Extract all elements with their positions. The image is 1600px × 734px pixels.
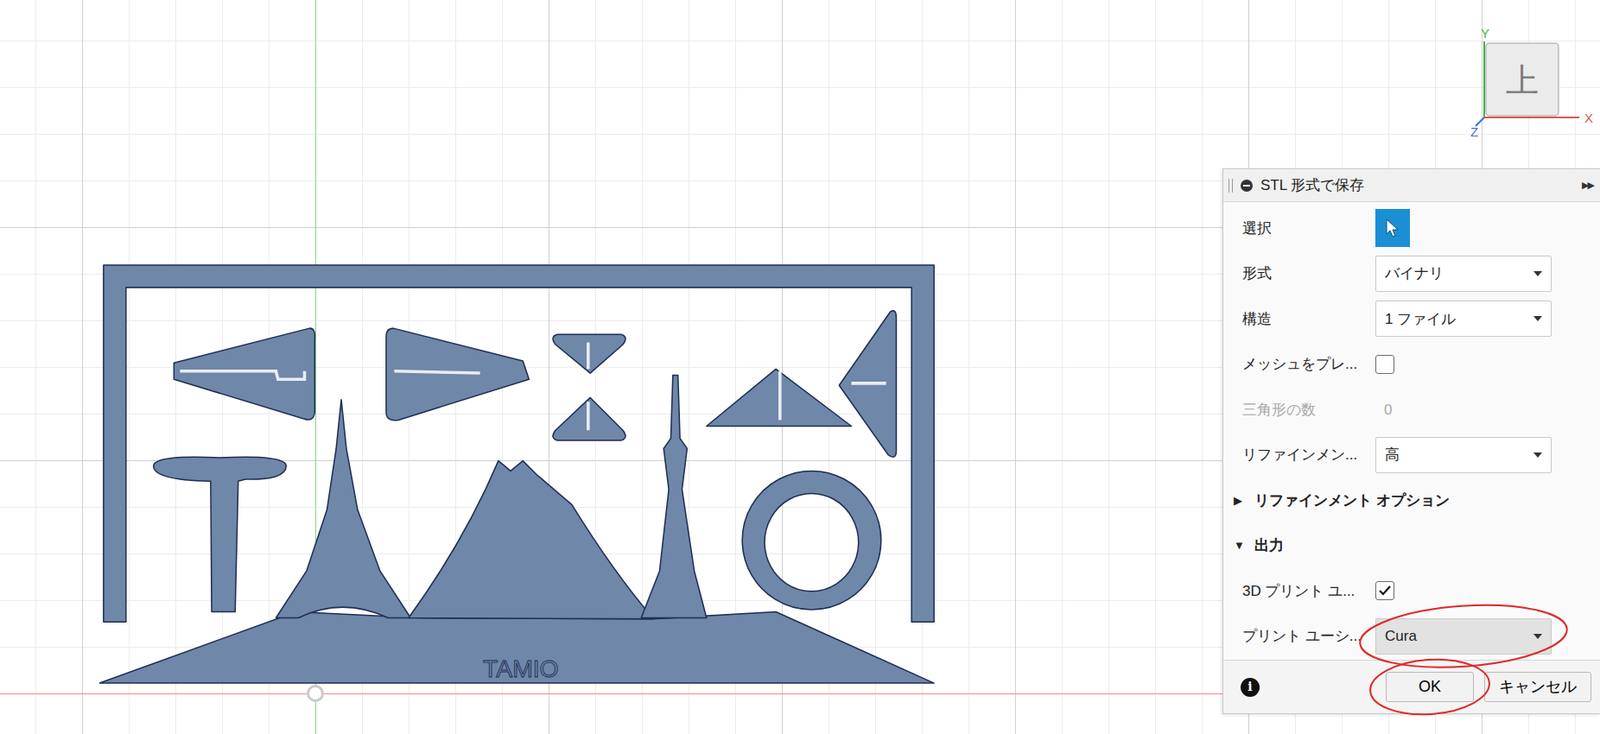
field-label: メッシュをプレ... [1242,353,1376,376]
design-shape[interactable] [408,461,654,620]
axis-label: Z [1470,124,1479,140]
expanded-arrow-icon[interactable]: ▼ [1233,537,1246,555]
dialog-header[interactable]: STL 形式で保存 ▶▶ [1223,169,1600,203]
design-canvas[interactable]: TAMIO上YXZSTL 形式で保存▶▶選択形式バイナリ構造1 ファイルメッシュ… [0,0,1600,734]
field-label: 3D プリント ユ... [1242,580,1376,604]
dialog-row: 構造 1 ファイル [1223,296,1600,343]
dropdown-value: 1 ファイル [1384,308,1456,331]
expand-icon[interactable]: ▶▶ [1581,177,1594,193]
section-label[interactable]: 出力 [1254,534,1284,558]
select-button[interactable] [1375,209,1410,248]
dropdown[interactable]: バイナリ [1375,255,1552,293]
dropdown-arrow-icon[interactable] [1533,316,1543,322]
design-shape[interactable] [99,611,934,684]
checkbox[interactable] [1375,581,1395,601]
section-header[interactable]: ▶ リファインメント オプション [1223,477,1600,524]
drag-grip-icon[interactable] [1228,178,1233,193]
field-control: Cura [1375,618,1552,655]
field-control: 1 ファイル [1375,300,1552,337]
cursor-icon [1384,217,1401,239]
check-icon [1377,584,1392,598]
cube-face-label: 上 [1505,62,1539,99]
dialog-row: リファインメン... 高 [1223,432,1600,479]
view-cube-graphic[interactable]: 上 Y X Z [1468,25,1599,147]
axis-label: Y [1480,25,1490,41]
design-shape[interactable] [641,374,707,618]
dropdown-arrow-icon[interactable] [1533,271,1543,277]
design-ring[interactable] [742,470,882,610]
field-label: 形式 [1242,262,1376,286]
design-slot [586,342,591,370]
field-control: 0 [1375,399,1552,422]
design-shape[interactable] [173,328,315,420]
design-body[interactable]: TAMIO [99,260,939,689]
section-label[interactable]: リファインメント オプション [1254,489,1450,513]
axis-arrow [1484,116,1580,119]
dialog-row: 選択 [1223,205,1600,252]
dialog-row: プリント ユーシ... Cura [1223,614,1600,661]
info-icon[interactable]: i [1240,678,1260,698]
dialog-row: メッシュをプレ... [1223,342,1600,388]
dropdown-value: 高 [1384,444,1400,467]
annotation-circle [1368,655,1492,718]
design-shape[interactable] [706,368,852,426]
dropdown-arrow-icon[interactable] [1533,452,1543,458]
field-control [1375,209,1552,248]
dropdown[interactable]: 高 [1375,437,1552,474]
dialog-footer: i OK キャンセル [1223,660,1600,714]
dropdown-arrow-icon[interactable] [1533,634,1543,640]
design-slot [778,371,782,421]
annotation-layer [0,0,1600,734]
origin-icon[interactable] [306,685,324,703]
dropdown[interactable]: Cura [1375,618,1552,655]
field-control: 高 [1375,437,1552,474]
dialog-row: 形式バイナリ [1223,251,1600,298]
annotation-circle [1358,598,1569,674]
field-control [1375,581,1552,601]
collapse-icon[interactable] [1239,174,1254,197]
field-label: リファインメン... [1242,444,1376,467]
view-cube[interactable]: 上 Y X Z [1468,25,1599,147]
design-shape[interactable] [275,400,411,619]
axis-label: X [1584,110,1594,126]
design-shape[interactable] [552,397,626,441]
dialog-title: STL 形式で保存 [1260,174,1365,197]
design-shape[interactable] [838,311,896,458]
readonly-value: 0 [1375,399,1392,422]
field-label: 三角形の数 [1242,399,1376,422]
dropdown-value: バイナリ [1384,262,1444,286]
design-shape[interactable] [552,334,626,374]
field-label: 選択 [1242,217,1376,241]
cube-face[interactable] [1485,43,1559,116]
ok-button[interactable]: OK [1385,672,1474,703]
dialog-row: 三角形の数0 [1223,387,1600,433]
field-control: バイナリ [1375,255,1552,293]
axis-arrow [1483,41,1486,118]
dropdown[interactable]: 1 ファイル [1375,300,1552,337]
field-label: 構造 [1242,308,1376,331]
design-shape[interactable] [103,265,934,623]
dialog-row: 3D プリント ユ... [1223,568,1600,615]
field-control [1375,355,1552,375]
section-header[interactable]: ▼ 出力 [1223,523,1600,570]
dialog-body: 選択形式バイナリ構造1 ファイルメッシュをプレ...三角形の数0リファインメン.… [1223,202,1600,661]
stl-export-dialog[interactable]: STL 形式で保存▶▶選択形式バイナリ構造1 ファイルメッシュをプレ...三角形… [1222,168,1600,715]
footer-buttons: OK キャンセル [1385,672,1592,703]
cancel-button[interactable]: キャンセル [1484,672,1592,703]
dropdown-value: Cura [1384,625,1417,648]
checkbox[interactable] [1375,355,1395,375]
design-label: TAMIO [482,654,559,683]
field-label: プリント ユーシ... [1242,625,1376,648]
design-slot [586,401,591,431]
design-slot [393,371,480,374]
collapsed-arrow-icon[interactable]: ▶ [1233,492,1246,510]
design-slot [179,371,305,380]
design-slot [850,381,886,386]
design-shape[interactable] [386,328,529,421]
design-shape[interactable] [153,457,287,612]
